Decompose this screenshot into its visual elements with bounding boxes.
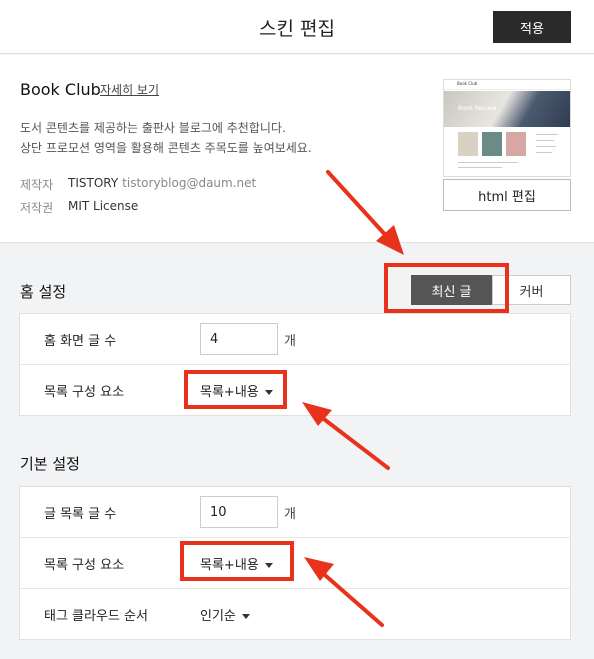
arrow-to-home-list-select xyxy=(314,411,390,470)
arrow-to-basic-list-select xyxy=(316,567,384,627)
arrow-to-latest-tab xyxy=(326,170,392,242)
annotation-arrows xyxy=(302,170,404,627)
